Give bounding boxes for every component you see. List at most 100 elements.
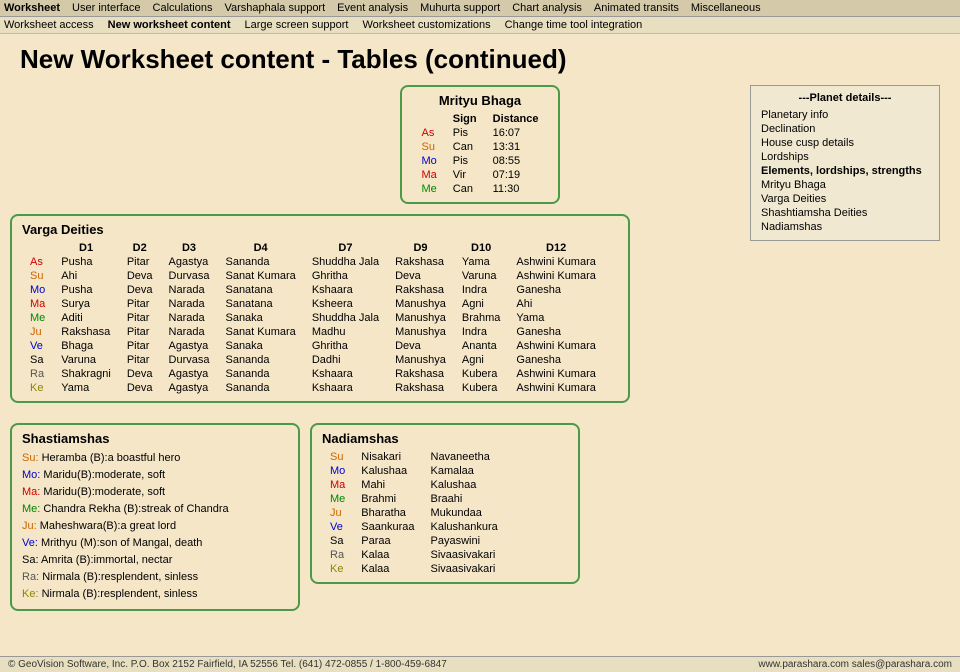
varga-section: Varga Deities D1 D2 D3 D4 D7 D9 D10 D12 … (10, 214, 630, 403)
planet-label: Me: (22, 503, 40, 515)
list-item: Mo: Maridu(B):moderate, soft (22, 467, 288, 484)
mrityu-col-planet (414, 112, 445, 126)
nav-animated-transits[interactable]: Animated transits (594, 2, 679, 14)
table-row: Su Can 13:31 (414, 140, 547, 154)
varga-planet: Ju (22, 325, 53, 339)
table-row: Ke KalaaSivaasivakari (322, 562, 506, 576)
planet-detail-item[interactable]: Planetary info (761, 108, 929, 122)
mrityu-title: Mrityu Bhaga (414, 93, 547, 108)
planet-details-panel: ---Planet details--- Planetary info Decl… (750, 85, 940, 241)
planet-detail-item[interactable]: Shashtiamsha Deities (761, 206, 929, 220)
table-row: Me BrahmiBraahi (322, 492, 506, 506)
planet-detail-item[interactable]: Varga Deities (761, 192, 929, 206)
table-row: Me Can 11:30 (414, 182, 547, 196)
mrityu-col-sign: Sign (445, 112, 485, 126)
table-row: Ma SuryaPitarNaradaSanatana KsheeraManus… (22, 297, 604, 311)
list-item: Ve: Mrithyu (M):son of Mangal, death (22, 535, 288, 552)
varga-h-planet (22, 241, 53, 255)
table-row: Su AhiDevaDurvasaSanat Kumara GhrithaDev… (22, 269, 604, 283)
footer-right: www.parashara.com sales@parashara.com (758, 659, 952, 670)
dist-me: 11:30 (485, 182, 547, 196)
table-row: Su NisakariNavaneetha (322, 450, 506, 464)
varga-h-d3: D3 (161, 241, 218, 255)
planet-detail-item[interactable]: House cusp details (761, 136, 929, 150)
main-content: Mrityu Bhaga Sign Distance As Pis 16:07 … (0, 81, 960, 615)
nav-user-interface[interactable]: User interface (72, 2, 140, 14)
planet-ma: Ma (414, 168, 445, 182)
planet-label: Sa (322, 534, 353, 548)
planet-detail-item[interactable]: Nadiamshas (761, 220, 929, 234)
planet-su: Su (414, 140, 445, 154)
list-item: Ma: Maridu(B):moderate, soft (22, 484, 288, 501)
nadiamshas-title: Nadiamshas (322, 431, 568, 446)
nadiamshas-table: Su NisakariNavaneetha Mo KalushaaKamalaa… (322, 450, 506, 576)
footer-left: © GeoVision Software, Inc. P.O. Box 2152… (8, 659, 447, 670)
shast-text: Chandra Rekha (B):streak of Chandra (43, 503, 228, 515)
planet-label: Ju (322, 506, 353, 520)
nav-event-analysis[interactable]: Event analysis (337, 2, 408, 14)
planet-detail-item[interactable]: Declination (761, 122, 929, 136)
shast-text: Mrithyu (M):son of Mangal, death (41, 537, 202, 549)
varga-table: D1 D2 D3 D4 D7 D9 D10 D12 As PushaPitarA… (22, 241, 604, 395)
table-row: Ju BharathaMukundaa (322, 506, 506, 520)
table-row: As Pis 16:07 (414, 126, 547, 140)
list-item: Su: Heramba (B):a boastful hero (22, 450, 288, 467)
table-row: Me AditiPitarNaradaSanaka Shuddha JalaMa… (22, 311, 604, 325)
bottom-row: Shastiamshas Su: Heramba (B):a boastful … (10, 423, 950, 611)
sign-me: Can (445, 182, 485, 196)
second-nav: Worksheet access New worksheet content L… (0, 17, 960, 34)
page-title: New Worksheet content - Tables (continue… (0, 34, 960, 81)
planet-label: Ra (322, 548, 353, 562)
nav-miscellaneous[interactable]: Miscellaneous (691, 2, 761, 14)
planet-detail-item[interactable]: Lordships (761, 150, 929, 164)
planet-label: Ra: (22, 571, 39, 583)
nav-chart-analysis[interactable]: Chart analysis (512, 2, 582, 14)
sign-ma: Vir (445, 168, 485, 182)
list-item: Ke: Nirmala (B):resplendent, sinless (22, 586, 288, 603)
planet-as: As (414, 126, 445, 140)
planet-detail-item[interactable]: Elements, lordships, strengths (761, 164, 929, 178)
table-row: Mo Pis 08:55 (414, 154, 547, 168)
second-nav-new-worksheet[interactable]: New worksheet content (108, 19, 231, 31)
table-row: Ve BhagaPitarAgastyaSanaka GhrithaDevaAn… (22, 339, 604, 353)
table-row: Mo KalushaaKamalaa (322, 464, 506, 478)
planet-label: Me (322, 492, 353, 506)
varga-planet: Ke (22, 381, 53, 395)
table-row: As PushaPitarAgastyaSananda Shuddha Jala… (22, 255, 604, 269)
second-nav-worksheet-access[interactable]: Worksheet access (4, 19, 94, 31)
nav-muhurta[interactable]: Muhurta support (420, 2, 500, 14)
second-nav-change-time[interactable]: Change time tool integration (505, 19, 643, 31)
nav-calculations[interactable]: Calculations (153, 2, 213, 14)
second-nav-customizations[interactable]: Worksheet customizations (362, 19, 490, 31)
shast-text: Maheshwara(B):a great lord (40, 520, 176, 532)
table-row: Ve SaankuraaKalushankura (322, 520, 506, 534)
planet-label: Ma: (22, 486, 40, 498)
table-row: Mo PushaDevaNaradaSanatana KshaaraRaksha… (22, 283, 604, 297)
dist-su: 13:31 (485, 140, 547, 154)
varga-planet: As (22, 255, 53, 269)
nav-worksheet[interactable]: Worksheet (4, 2, 60, 14)
dist-ma: 07:19 (485, 168, 547, 182)
content-wrapper: Mrityu Bhaga Sign Distance As Pis 16:07 … (10, 85, 950, 611)
list-item: Ju: Maheshwara(B):a great lord (22, 518, 288, 535)
planet-label: Mo: (22, 469, 40, 481)
nav-varshaphala[interactable]: Varshaphala support (224, 2, 325, 14)
varga-planet: Sa (22, 353, 53, 367)
table-row: Sa ParaaPayaswini (322, 534, 506, 548)
table-row: Sa VarunaPitarDurvasaSananda DadhiManush… (22, 353, 604, 367)
planet-details-title: ---Planet details--- (761, 92, 929, 104)
shastiamshas-section: Shastiamshas Su: Heramba (B):a boastful … (10, 423, 300, 611)
sign-su: Can (445, 140, 485, 154)
varga-h-d4: D4 (217, 241, 303, 255)
dist-as: 16:07 (485, 126, 547, 140)
mrityu-col-distance: Distance (485, 112, 547, 126)
planet-detail-item[interactable]: Mrityu Bhaga (761, 178, 929, 192)
planet-label: Ju: (22, 520, 37, 532)
shast-text: Maridu(B):moderate, soft (43, 486, 165, 498)
second-nav-large-screen[interactable]: Large screen support (245, 19, 349, 31)
shast-text: Amrita (B):immortal, nectar (41, 554, 172, 566)
varga-planet: Ma (22, 297, 53, 311)
table-row: Ma Vir 07:19 (414, 168, 547, 182)
varga-title: Varga Deities (22, 222, 618, 237)
planet-mo: Mo (414, 154, 445, 168)
